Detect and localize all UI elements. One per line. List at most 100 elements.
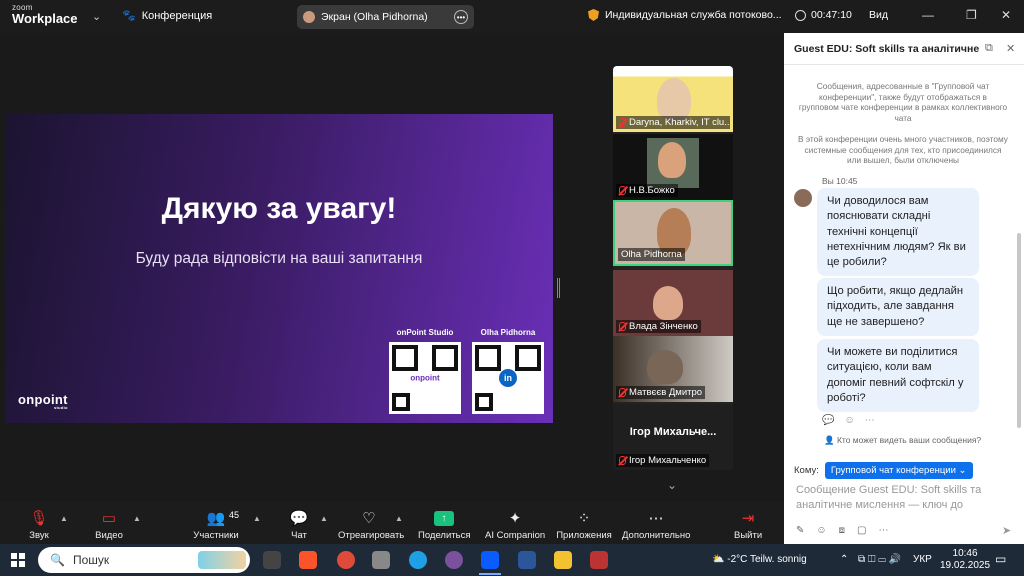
- mic-muted-icon: [619, 388, 626, 397]
- react-button[interactable]: ♡ Отреагировать: [338, 508, 404, 541]
- language-indicator[interactable]: УКР: [913, 554, 932, 565]
- participant-tile[interactable]: Daryna, Kharkiv, IT clu...: [613, 66, 733, 132]
- participant-big-name: Ігор Михальче...: [629, 426, 717, 438]
- chat-title: Guest EDU: Soft skills та аналітичне ...: [794, 43, 979, 55]
- emoji-icon[interactable]: ☺: [816, 525, 826, 536]
- screenshot-icon[interactable]: ⧈: [839, 525, 845, 536]
- more-button[interactable]: ⋯ Дополнительно: [622, 508, 690, 541]
- app-icon[interactable]: [372, 551, 390, 569]
- brand-name: Workplace: [12, 11, 78, 26]
- ai-label: AI Companion: [485, 530, 546, 541]
- send-icon[interactable]: ➤: [1002, 524, 1011, 537]
- reply-icon[interactable]: 💬: [822, 415, 834, 426]
- shield-icon: [588, 9, 599, 21]
- windows-start-icon[interactable]: [11, 553, 25, 567]
- view-button[interactable]: Вид: [869, 9, 888, 21]
- close-icon[interactable]: ✕: [1001, 8, 1011, 22]
- weather-widget[interactable]: ⛅ -2°C Teilw. sonnig: [712, 554, 807, 565]
- participant-tile[interactable]: Матвєєв Дмитро: [613, 336, 733, 402]
- video-options-caret-icon[interactable]: ▲: [133, 514, 141, 523]
- streaming-indicator[interactable]: Индивидуальная служба потоково...: [588, 9, 782, 21]
- qr-label: onPoint Studio: [396, 328, 454, 337]
- audio-options-caret-icon[interactable]: ▲: [60, 514, 68, 523]
- zoom-logo: zoom Workplace: [12, 4, 78, 26]
- to-label: Кому:: [794, 465, 819, 476]
- chat-message[interactable]: Чи доводилося вам пояснювати складні тех…: [817, 188, 979, 277]
- share-button[interactable]: ↑ Поделиться: [418, 508, 470, 541]
- more-icon[interactable]: ⋯: [865, 415, 875, 426]
- file-icon[interactable]: ▢: [857, 525, 866, 536]
- meeting-toolbar: 🎙 Звук ▲ ▭ Видео ▲ 👥 Участники 45 ▲ 💬 Ча…: [0, 502, 784, 544]
- recipient-row: Кому: Групповой чат конференции ⌄: [794, 462, 973, 479]
- app-icon[interactable]: [590, 551, 608, 569]
- restore-icon[interactable]: ❐: [966, 8, 977, 22]
- qr-code-icon: in: [472, 342, 544, 414]
- mic-muted-icon: [619, 322, 626, 331]
- participant-label: Ігор Михальченко: [629, 455, 707, 466]
- qr-center-logo: onpoint: [407, 371, 443, 385]
- chat-message[interactable]: Що робити, якщо дедлайн підходить, але з…: [817, 278, 979, 336]
- chrome-icon[interactable]: [337, 551, 355, 569]
- message-input[interactable]: Сообщение Guest EDU: Soft skills та анал…: [796, 483, 1006, 513]
- chat-scrollbar[interactable]: [1017, 233, 1021, 428]
- conference-button[interactable]: 🐾 Конференция: [122, 9, 212, 23]
- more-icon[interactable]: ⋯: [878, 525, 888, 536]
- audio-button[interactable]: 🎙 Звук: [24, 508, 54, 541]
- qr-code-icon: onpoint: [389, 342, 461, 414]
- close-icon[interactable]: ✕: [1006, 42, 1015, 55]
- qr-finder: [475, 393, 493, 411]
- chat-button[interactable]: 💬 Чат: [287, 508, 311, 541]
- clock-icon: [795, 9, 806, 21]
- weather-icon: ⛅: [712, 554, 725, 565]
- popout-icon[interactable]: ⧉: [985, 42, 993, 55]
- recipient-dropdown[interactable]: Групповой чат конференции ⌄: [824, 462, 973, 479]
- leave-icon: ⇥: [741, 510, 755, 527]
- video-button[interactable]: ▭ Видео: [92, 508, 126, 541]
- format-icon[interactable]: ✎: [796, 525, 804, 536]
- participant-name: Н.В.Божко: [616, 184, 678, 197]
- task-view-icon[interactable]: [263, 551, 281, 569]
- resize-handle[interactable]: [557, 278, 560, 298]
- file-explorer-icon[interactable]: [554, 551, 572, 569]
- chat-options-caret-icon[interactable]: ▲: [320, 514, 328, 523]
- presenter-avatar: [303, 11, 315, 23]
- chat-message[interactable]: Чи можете ви поділитися ситуацією, коли …: [817, 339, 979, 413]
- chat-icon: 💬: [289, 510, 309, 527]
- tray-icons[interactable]: ⧉ ◫ ▭ 🔊: [858, 554, 901, 565]
- edge-icon[interactable]: [409, 551, 427, 569]
- screen-share-indicator[interactable]: Экран (Olha Pidhorna) •••: [297, 5, 474, 29]
- who-sees-link[interactable]: 👤 Кто может видеть ваши сообщения?: [824, 435, 981, 446]
- clock-date: 19.02.2025: [940, 560, 991, 571]
- react-options-caret-icon[interactable]: ▲: [395, 514, 403, 523]
- share-screen-icon: ↑: [418, 508, 470, 528]
- leave-button[interactable]: ⇥ Выйти: [734, 508, 762, 541]
- minimize-icon[interactable]: —: [922, 8, 934, 22]
- ai-companion-button[interactable]: ✦ AI Companion: [485, 508, 545, 541]
- notification-icon[interactable]: ▭: [995, 552, 1006, 566]
- sparkle-icon: ✦: [508, 510, 522, 527]
- zoom-icon[interactable]: [481, 551, 499, 569]
- view-label: Вид: [869, 9, 888, 21]
- participant-tile[interactable]: Н.В.Божко: [613, 134, 733, 200]
- brave-browser-icon[interactable]: [299, 551, 317, 569]
- message-placeholder: Сообщение Guest EDU: Soft skills та анал…: [796, 484, 982, 511]
- gallery-scroll-down-icon[interactable]: ⌄: [667, 478, 677, 492]
- apps-button[interactable]: ⁘ Приложения: [556, 508, 612, 541]
- participant-name: Ігор Михальченко: [616, 454, 710, 467]
- participant-label: Матвєєв Дмитро: [629, 387, 703, 398]
- participants-options-caret-icon[interactable]: ▲: [253, 514, 261, 523]
- heart-icon: ♡: [362, 510, 376, 527]
- participant-tile-active[interactable]: Olha Pidhorna: [613, 200, 733, 266]
- participant-tile[interactable]: Ігор Михальче... Ігор Михальченко: [613, 404, 733, 470]
- system-clock[interactable]: 10:46 19.02.2025: [940, 548, 990, 572]
- tray-chevron-icon[interactable]: ⌃: [840, 554, 848, 565]
- participant-label: Olha Pidhorna: [621, 249, 682, 260]
- word-icon[interactable]: [518, 551, 536, 569]
- participant-label: Н.В.Божко: [629, 185, 675, 196]
- emoji-reaction-icon[interactable]: ☺: [844, 415, 854, 426]
- more-options-icon[interactable]: •••: [454, 10, 468, 24]
- chevron-down-icon[interactable]: ⌄: [92, 10, 101, 23]
- viber-icon[interactable]: [445, 551, 463, 569]
- participant-tile[interactable]: Влада Зінченко: [613, 270, 733, 336]
- mic-muted-icon: [619, 456, 626, 465]
